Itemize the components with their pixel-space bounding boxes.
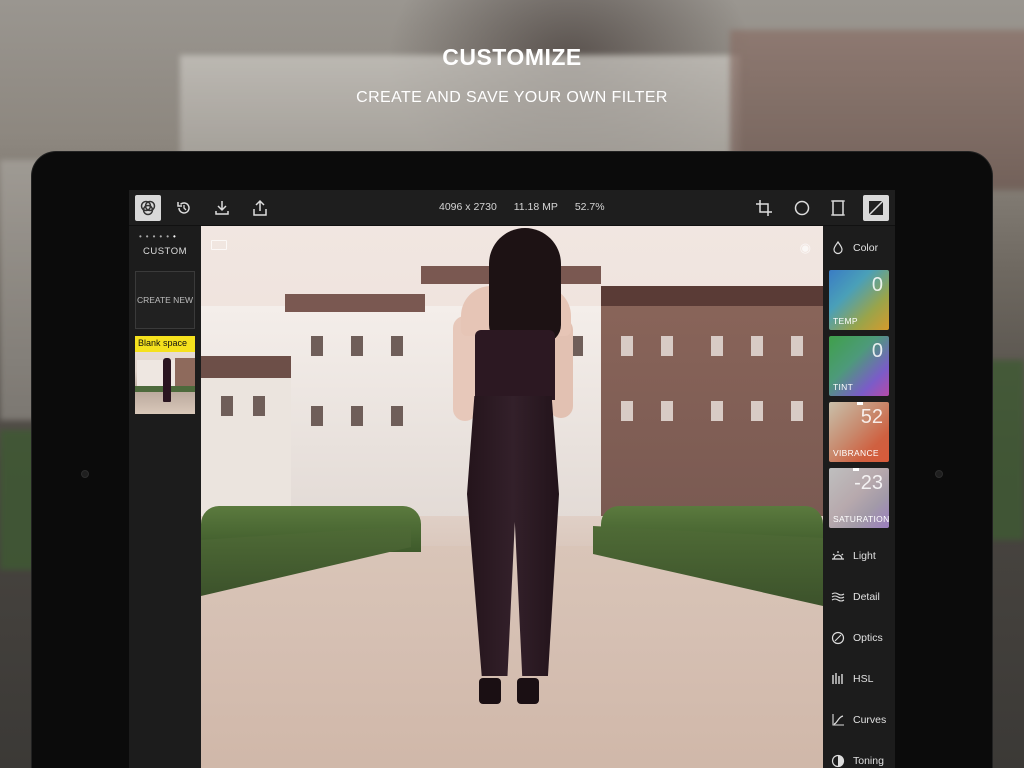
image-dimensions: 4096 x 2730 <box>439 201 497 213</box>
lens-icon <box>831 631 845 645</box>
photo-canvas[interactable]: ◉ <box>201 226 823 768</box>
slider-tile-saturation[interactable]: -23 SATURATION <box>829 468 889 528</box>
page-dots: •••••• <box>139 232 180 241</box>
detail-icon <box>831 592 845 602</box>
section-light[interactable]: Light <box>823 543 895 569</box>
zoom-level: 52.7% <box>574 201 605 213</box>
photo-roof <box>285 294 425 312</box>
section-detail-label: Detail <box>853 591 880 603</box>
vibrance-value: 52 <box>860 406 883 428</box>
section-detail[interactable]: Detail <box>823 584 895 610</box>
left-filter-panel: •••••• CUSTOM CREATE NEW Blank space <box>129 226 201 768</box>
toning-icon <box>831 754 845 768</box>
section-curves-label: Curves <box>853 714 887 726</box>
section-color-label: Color <box>853 242 879 254</box>
slider-tile-temp[interactable]: 0 TEMP <box>829 270 889 330</box>
section-curves[interactable]: Curves <box>823 707 895 733</box>
section-optics-label: Optics <box>853 632 883 644</box>
droplet-icon <box>833 241 843 255</box>
tint-value: 0 <box>871 340 883 362</box>
photo-subject <box>431 226 591 746</box>
app-screen: 4096 x 2730 11.18 MP 52.7% •••••• CUSTOM… <box>129 190 895 768</box>
history-icon[interactable] <box>171 195 197 221</box>
thumb-building-brick <box>175 358 195 386</box>
image-megapixels: 11.18 MP <box>513 201 558 213</box>
download-icon[interactable] <box>209 195 235 221</box>
adjust-icon[interactable] <box>863 195 889 221</box>
vibrance-indicator <box>857 402 863 405</box>
image-info: 4096 x 2730 11.18 MP 52.7% <box>439 201 619 213</box>
filter-thumbnail-blank-space[interactable]: Blank space <box>135 336 195 414</box>
saturation-value: -23 <box>854 472 883 494</box>
create-new-filter-button[interactable]: CREATE NEW <box>135 271 195 329</box>
tablet-camera-right <box>935 470 943 478</box>
photo-roof-left <box>201 356 291 378</box>
section-optics[interactable]: Optics <box>823 625 895 651</box>
section-toning[interactable]: Toning <box>823 748 895 768</box>
vignette-icon[interactable] <box>789 195 815 221</box>
right-adjust-panel: Color 0 TEMP 0 TINT 52 VIBRANCE -23 SATU… <box>823 226 895 768</box>
photo-wing-left <box>201 356 291 516</box>
saturation-label: SATURATION <box>833 514 889 524</box>
promo-subtitle: CREATE AND SAVE YOUR OWN FILTER <box>356 89 668 106</box>
temp-label: TEMP <box>833 316 858 326</box>
eye-icon[interactable]: ◉ <box>800 240 811 256</box>
crop-icon[interactable] <box>751 195 777 221</box>
promo-title: CUSTOMIZE <box>442 44 582 70</box>
curves-icon <box>832 714 844 726</box>
filter-name-label: Blank space <box>135 336 195 352</box>
tint-label: TINT <box>833 382 854 392</box>
filters-icon[interactable] <box>135 195 161 221</box>
share-icon[interactable] <box>247 195 273 221</box>
photo-roof-brick <box>601 286 823 306</box>
saturation-indicator <box>853 468 859 471</box>
sun-icon <box>832 551 844 560</box>
section-hsl-label: HSL <box>853 673 874 685</box>
section-light-label: Light <box>853 550 876 562</box>
slider-tile-vibrance[interactable]: 52 VIBRANCE <box>829 402 889 462</box>
section-hsl[interactable]: HSL <box>823 666 895 692</box>
frame-icon[interactable] <box>825 195 851 221</box>
hsl-icon <box>832 673 843 684</box>
slider-tile-tint[interactable]: 0 TINT <box>829 336 889 396</box>
section-toning-label: Toning <box>853 755 884 767</box>
temp-value: 0 <box>871 274 883 296</box>
vibrance-label: VIBRANCE <box>833 448 879 458</box>
compare-icon[interactable] <box>211 240 227 250</box>
top-toolbar: 4096 x 2730 11.18 MP 52.7% <box>129 190 895 226</box>
tablet-camera-left <box>81 470 89 478</box>
thumb-figure <box>163 358 171 402</box>
custom-label: CUSTOM <box>143 246 187 257</box>
section-color[interactable]: Color <box>823 235 895 261</box>
tablet-frame: 4096 x 2730 11.18 MP 52.7% •••••• CUSTOM… <box>32 152 992 768</box>
